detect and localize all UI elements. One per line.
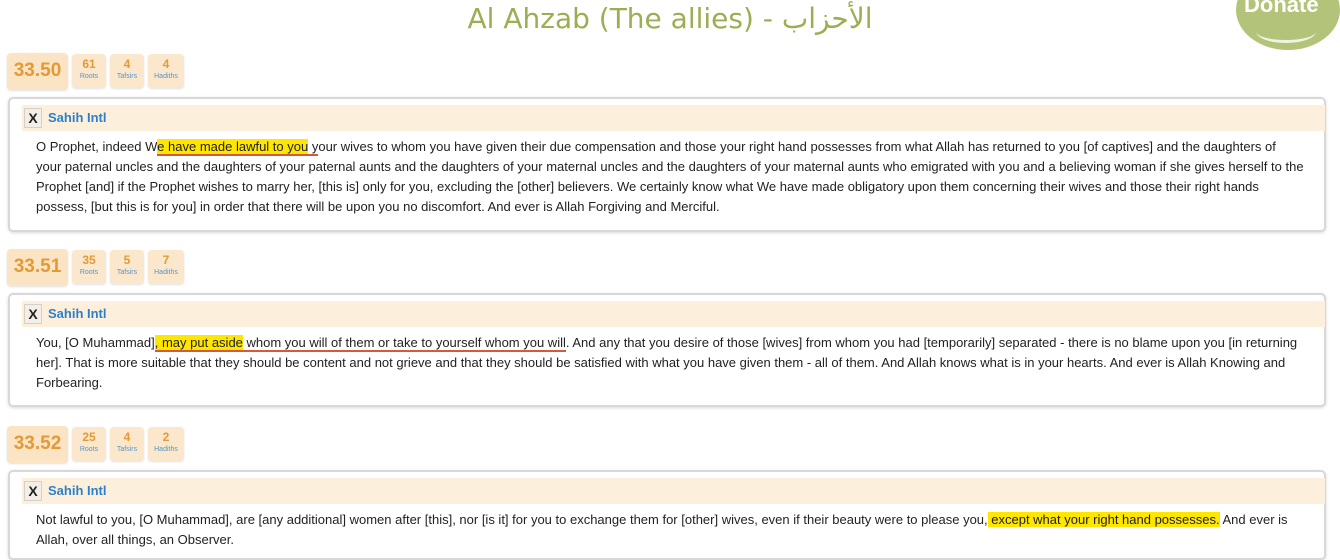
translation-name[interactable]: Sahih Intl <box>48 110 107 125</box>
verse-text: You, [O Muhammad], may put aside whom yo… <box>36 333 1304 393</box>
verse-text: O Prophet, indeed We have made lawful to… <box>36 137 1304 217</box>
translation-name[interactable]: Sahih Intl <box>48 306 107 321</box>
tafsirs-label: Tafsirs <box>116 269 138 276</box>
translation-header: X Sahih Intl <box>22 301 1325 327</box>
roots-label: Roots <box>79 73 99 80</box>
calligraphy-icon <box>1256 20 1316 43</box>
hadiths-count: 2 <box>162 430 170 444</box>
hadiths-label: Hadiths <box>154 446 178 453</box>
hadiths-count: 7 <box>162 253 170 267</box>
hadiths-badge[interactable]: 7 Hadiths <box>148 250 184 284</box>
highlighted-text: except what your right hand possesses. <box>987 512 1220 527</box>
roots-badge[interactable]: 25 Roots <box>72 427 106 461</box>
text-part: O Prophet, indeed W <box>36 139 158 154</box>
tafsirs-count: 4 <box>123 57 131 71</box>
roots-count: 25 <box>82 430 96 444</box>
translation-name[interactable]: Sahih Intl <box>48 483 107 498</box>
translation-card: X Sahih Intl O Prophet, indeed We have m… <box>8 97 1326 232</box>
translation-card: X Sahih Intl Not lawful to you, [O Muham… <box>8 470 1326 560</box>
page-title: Al Ahzab (The allies) - الأحزاب <box>467 2 873 35</box>
roots-badge[interactable]: 61 Roots <box>72 54 106 88</box>
text-part: Not lawful to you, [O Muhammad], are [an… <box>36 512 988 527</box>
roots-count: 61 <box>82 57 96 71</box>
roots-label: Roots <box>79 269 99 276</box>
roots-count: 35 <box>82 253 96 267</box>
translation-header: X Sahih Intl <box>22 478 1325 504</box>
highlighted-text: , may put aside <box>154 335 243 352</box>
verse-text: Not lawful to you, [O Muhammad], are [an… <box>36 510 1304 550</box>
hadiths-badge[interactable]: 2 Hadiths <box>148 427 184 461</box>
hadiths-count: 4 <box>162 57 170 71</box>
tafsirs-label: Tafsirs <box>116 446 138 453</box>
translation-card: X Sahih Intl You, [O Muhammad], may put … <box>8 293 1326 407</box>
close-translation-button[interactable]: X <box>24 304 42 324</box>
hadiths-label: Hadiths <box>154 269 178 276</box>
verse-number[interactable]: 33.50 <box>7 52 68 90</box>
tafsirs-count: 4 <box>123 430 131 444</box>
roots-label: Roots <box>79 446 99 453</box>
tafsirs-badge[interactable]: 4 Tafsirs <box>110 54 144 88</box>
verse-number[interactable]: 33.51 <box>7 248 68 286</box>
tafsirs-label: Tafsirs <box>116 73 138 80</box>
donate-button[interactable]: Donate <box>1236 0 1340 50</box>
highlighted-text: e have made lawful to you <box>157 139 309 156</box>
underlined-text: y <box>308 139 319 156</box>
close-translation-button[interactable]: X <box>24 481 42 501</box>
verse-number[interactable]: 33.52 <box>7 425 68 463</box>
underlined-text: whom you will of them or take to yoursel… <box>242 335 566 352</box>
tafsirs-badge[interactable]: 5 Tafsirs <box>110 250 144 284</box>
hadiths-badge[interactable]: 4 Hadiths <box>148 54 184 88</box>
text-part: You, [O Muhammad] <box>36 335 155 350</box>
hadiths-label: Hadiths <box>154 73 178 80</box>
tafsirs-badge[interactable]: 4 Tafsirs <box>110 427 144 461</box>
tafsirs-count: 5 <box>123 253 131 267</box>
donate-label: Donate <box>1244 0 1319 17</box>
close-translation-button[interactable]: X <box>24 108 42 128</box>
translation-header: X Sahih Intl <box>22 105 1325 131</box>
roots-badge[interactable]: 35 Roots <box>72 250 106 284</box>
